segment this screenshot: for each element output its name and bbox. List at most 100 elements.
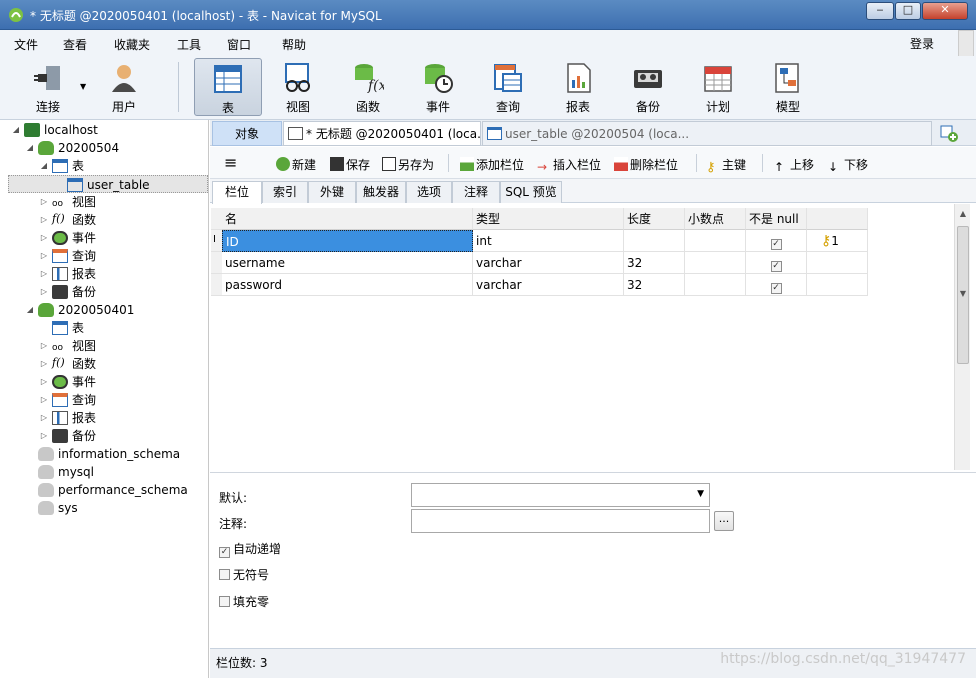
query-button[interactable]: 查询 bbox=[474, 58, 542, 116]
tab-user-table[interactable]: user_table @20200504 (loca... bbox=[482, 121, 932, 146]
tree-node-db-2020050401[interactable]: ◢ 2020050401 bbox=[24, 301, 134, 319]
menu-view[interactable]: 查看 bbox=[63, 36, 87, 53]
collapsed-arrow-icon[interactable]: ▷ bbox=[38, 409, 50, 427]
schedule-button[interactable]: 计划 bbox=[684, 58, 752, 116]
auto-increment-option[interactable]: ✓ 自动递增 bbox=[219, 540, 281, 558]
maximize-button[interactable]: □ bbox=[895, 2, 921, 20]
collapsed-arrow-icon[interactable]: ▷ bbox=[38, 355, 50, 373]
menu-file[interactable]: 文件 bbox=[14, 36, 38, 53]
tree-node-functions-2[interactable]: ▷ f() 函数 bbox=[38, 355, 96, 373]
tab-untitled-table[interactable]: * 无标题 @2020050401 (loca... bbox=[283, 121, 481, 146]
table-button[interactable]: 表 bbox=[194, 58, 262, 116]
not-null-checkbox[interactable]: ✓ bbox=[770, 283, 782, 294]
field-decimal-cell[interactable] bbox=[685, 230, 746, 252]
field-decimal-cell[interactable] bbox=[685, 274, 746, 296]
tree-node-tables[interactable]: ◢ 表 bbox=[38, 157, 84, 175]
collapsed-arrow-icon[interactable]: ▷ bbox=[38, 229, 50, 247]
tab-fields[interactable]: 栏位 bbox=[212, 181, 262, 204]
move-up-button[interactable]: ↑ 上移 bbox=[774, 156, 814, 175]
toolbar-scroll[interactable] bbox=[958, 30, 974, 58]
event-button[interactable]: 事件 bbox=[404, 58, 472, 116]
tree-node-user-table[interactable]: user_table bbox=[8, 175, 208, 193]
delete-field-button[interactable]: 删除栏位 bbox=[614, 156, 678, 173]
new-tab-icon[interactable] bbox=[940, 124, 958, 142]
tab-indexes[interactable]: 索引 bbox=[262, 181, 308, 203]
field-type-cell[interactable]: varchar bbox=[473, 252, 624, 274]
user-button[interactable]: 用户 bbox=[90, 58, 158, 116]
field-length-cell[interactable]: 32 bbox=[624, 252, 685, 274]
tree-node-views-2[interactable]: ▷ oo 视图 bbox=[38, 337, 96, 355]
tab-comment[interactable]: 注释 bbox=[452, 181, 500, 203]
login-button[interactable]: 登录 bbox=[910, 35, 934, 52]
field-name-cell[interactable]: username bbox=[222, 252, 473, 274]
not-null-checkbox[interactable]: ✓ bbox=[770, 261, 782, 272]
save-as-button[interactable]: 另存为 bbox=[382, 156, 434, 173]
unsigned-checkbox[interactable] bbox=[219, 569, 230, 580]
menu-favorites[interactable]: 收藏夹 bbox=[114, 36, 150, 53]
zerofill-option[interactable]: 填充零 bbox=[219, 593, 269, 610]
move-down-button[interactable]: ↓ 下移 bbox=[828, 156, 868, 175]
tree-node-db-mysql[interactable]: mysql bbox=[24, 463, 94, 481]
collapsed-arrow-icon[interactable]: ▷ bbox=[38, 193, 50, 211]
menu-hamburger-icon[interactable]: ≡ bbox=[224, 153, 237, 172]
menu-help[interactable]: 帮助 bbox=[282, 36, 306, 53]
tree-node-functions[interactable]: ▷ f() 函数 bbox=[38, 211, 96, 229]
tree-node-views[interactable]: ▷ oo 视图 bbox=[38, 193, 96, 211]
tree-node-events-2[interactable]: ▷ 事件 bbox=[38, 373, 96, 391]
tree-node-db-performance-schema[interactable]: performance_schema bbox=[24, 481, 188, 499]
primary-key-button[interactable]: ⚷ 主键 bbox=[706, 156, 746, 175]
tree-node-queries[interactable]: ▷ 查询 bbox=[38, 247, 96, 265]
column-header-type[interactable]: 类型 bbox=[473, 208, 624, 230]
collapsed-arrow-icon[interactable]: ▷ bbox=[38, 337, 50, 355]
not-null-checkbox[interactable]: ✓ bbox=[770, 239, 782, 250]
grid-scrollbar[interactable]: ▲ ▼ bbox=[954, 204, 970, 470]
connect-button[interactable]: 连接 bbox=[14, 58, 82, 116]
collapsed-arrow-icon[interactable]: ▷ bbox=[38, 391, 50, 409]
field-length-cell[interactable] bbox=[624, 230, 685, 252]
field-not-null-cell[interactable]: ✓ bbox=[746, 230, 807, 252]
tab-options[interactable]: 选项 bbox=[406, 181, 452, 203]
field-not-null-cell[interactable]: ✓ bbox=[746, 252, 807, 274]
collapsed-arrow-icon[interactable]: ▷ bbox=[38, 247, 50, 265]
scroll-up-icon[interactable]: ▲ bbox=[955, 206, 971, 222]
model-button[interactable]: 模型 bbox=[754, 58, 822, 116]
unsigned-option[interactable]: 无符号 bbox=[219, 566, 269, 583]
zerofill-checkbox[interactable] bbox=[219, 596, 230, 607]
row-marker[interactable]: I bbox=[211, 230, 222, 252]
default-dropdown[interactable]: ▼ bbox=[411, 483, 710, 507]
tree-node-db-information-schema[interactable]: information_schema bbox=[24, 445, 180, 463]
column-header-length[interactable]: 长度 bbox=[624, 208, 685, 230]
tab-triggers[interactable]: 触发器 bbox=[356, 181, 406, 203]
scroll-down-icon[interactable]: ▼ bbox=[955, 286, 971, 302]
field-name-cell[interactable]: ID bbox=[222, 230, 473, 252]
column-header-name[interactable]: 名 bbox=[222, 208, 473, 230]
collapsed-arrow-icon[interactable]: ▷ bbox=[38, 283, 50, 301]
expanded-arrow-icon[interactable]: ◢ bbox=[38, 157, 50, 175]
insert-field-button[interactable]: → 插入栏位 bbox=[537, 156, 601, 175]
tree-node-backups-2[interactable]: ▷ 备份 bbox=[38, 427, 96, 445]
tree-node-events[interactable]: ▷ 事件 bbox=[38, 229, 96, 247]
tree-node-queries-2[interactable]: ▷ 查询 bbox=[38, 391, 96, 409]
tree-node-backups[interactable]: ▷ 备份 bbox=[38, 283, 96, 301]
column-header-key[interactable] bbox=[807, 208, 868, 230]
tree-node-db-20200504[interactable]: ◢ 20200504 bbox=[24, 139, 119, 157]
tree-node-reports[interactable]: ▷ 报表 bbox=[38, 265, 96, 283]
function-button[interactable]: f(x) 函数 bbox=[334, 58, 402, 116]
column-header-decimal[interactable]: 小数点 bbox=[685, 208, 746, 230]
row-marker[interactable] bbox=[211, 274, 222, 296]
field-not-null-cell[interactable]: ✓ bbox=[746, 274, 807, 296]
field-type-cell[interactable]: varchar bbox=[473, 274, 624, 296]
tree-node-reports-2[interactable]: ▷ 报表 bbox=[38, 409, 96, 427]
expanded-arrow-icon[interactable]: ◢ bbox=[24, 139, 36, 157]
view-button[interactable]: 视图 bbox=[264, 58, 332, 116]
field-key-cell[interactable] bbox=[807, 252, 868, 274]
column-header-not-null[interactable]: 不是 null bbox=[746, 208, 807, 230]
row-marker[interactable] bbox=[211, 252, 222, 274]
close-button[interactable]: ✕ bbox=[922, 2, 968, 20]
tab-objects[interactable]: 对象 bbox=[212, 121, 282, 146]
report-button[interactable]: 报表 bbox=[544, 58, 612, 116]
collapsed-arrow-icon[interactable]: ▷ bbox=[38, 211, 50, 229]
tab-foreign-keys[interactable]: 外键 bbox=[308, 181, 356, 203]
menu-window[interactable]: 窗口 bbox=[227, 36, 251, 53]
collapsed-arrow-icon[interactable]: ▷ bbox=[38, 265, 50, 283]
